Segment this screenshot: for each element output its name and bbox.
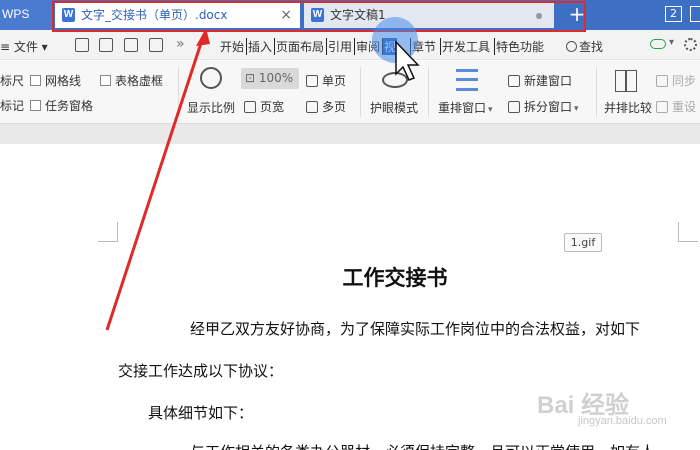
multi-page-icon: [306, 101, 318, 113]
zoom-icon[interactable]: [200, 67, 222, 89]
page-width-button[interactable]: 页宽: [244, 98, 284, 115]
sync-scroll-button[interactable]: 同步: [656, 72, 696, 89]
side-by-side-icon[interactable]: [615, 70, 637, 92]
add-tab-button[interactable]: +: [566, 0, 588, 30]
writer-doc-icon: W: [311, 8, 324, 22]
zoom-value: 100%: [258, 71, 294, 85]
settings-icon[interactable]: [684, 38, 697, 51]
side-by-side-button[interactable]: 并排比较: [604, 99, 652, 116]
close-icon[interactable]: ×: [280, 2, 292, 28]
paragraph: 经甲乙双方友好协商，为了保障实际工作岗位中的合法权益，对如下: [190, 320, 641, 338]
eye-icon[interactable]: [382, 72, 408, 88]
chevron-down-icon: ▾: [488, 105, 493, 115]
watermark-url: jingyan.baidu.com: [578, 415, 667, 427]
rearrange-window-icon[interactable]: [456, 69, 478, 91]
margin-marker: [98, 222, 118, 242]
tab-special-features[interactable]: 特色功能: [494, 38, 545, 55]
file-menu-button[interactable]: ≡ 文件 ▾: [0, 38, 48, 55]
checkbox-icon: [100, 75, 111, 86]
search-icon: [566, 41, 577, 52]
marks-label: 标记: [0, 99, 25, 113]
margin-marker: [678, 222, 698, 242]
split-window-label: 拆分窗口: [524, 100, 573, 114]
ruler-label: 标尺: [0, 74, 25, 88]
chevron-down-icon: ▾: [574, 104, 579, 114]
ruler-checkbox[interactable]: 标尺: [0, 72, 24, 89]
gridlines-label: 网格线: [45, 74, 82, 88]
split-window-button[interactable]: 拆分窗口 ▾: [508, 98, 579, 115]
search-label: 查找: [579, 40, 604, 54]
save-icon[interactable]: [75, 38, 89, 52]
search-button[interactable]: 查找: [566, 38, 603, 55]
window-edge-icon: [690, 6, 700, 22]
task-pane-checkbox[interactable]: 任务窗格: [30, 97, 93, 114]
new-window-label: 新建窗口: [524, 74, 573, 88]
single-page-icon: [306, 75, 318, 87]
print-preview-icon[interactable]: [149, 38, 163, 52]
app-name[interactable]: WPS: [0, 0, 52, 30]
gridlines-checkbox[interactable]: 网格线: [30, 72, 81, 89]
tab-home[interactable]: 开始: [219, 38, 245, 55]
reset-icon: [656, 101, 668, 113]
multi-page-button[interactable]: 多页: [306, 98, 346, 115]
page-width-label: 页宽: [260, 100, 285, 114]
tab-label: 文字_交接书（单页）.docx: [81, 8, 228, 22]
rearrange-window-button[interactable]: 重排窗口 ▾: [438, 99, 493, 116]
rearrange-window-label: 重排窗口: [438, 101, 487, 115]
writer-doc-icon: W: [62, 8, 75, 22]
checkbox-icon: [30, 75, 41, 86]
tab-page-layout[interactable]: 页面布局: [274, 38, 325, 55]
tab-bar: WPS W 文字_交接书（单页）.docx × W 文字文稿1 + 2: [0, 0, 700, 30]
tab-developer[interactable]: 开发工具: [440, 38, 491, 55]
tab-document-1[interactable]: W 文字_交接书（单页）.docx ×: [55, 2, 300, 28]
image-label[interactable]: 1.gif: [564, 233, 602, 252]
window-count-badge[interactable]: 2: [665, 6, 682, 22]
more-chevron-icon[interactable]: »: [176, 36, 185, 52]
ribbon-view: 标尺 网格线 表格虚框 标记 任务窗格 显示比例 ⊡ 100% 页宽 单页 多页…: [0, 61, 700, 124]
ribbon-separator: [178, 67, 179, 117]
print-icon[interactable]: [124, 38, 138, 52]
tab-insert[interactable]: 插入: [246, 38, 273, 55]
paragraph: 与工作相关的各类办公器材，必须保持完整，且可以正常使用，如有人: [190, 441, 655, 450]
table-gridlines-checkbox[interactable]: 表格虚框: [100, 72, 163, 89]
ribbon-separator: [596, 67, 597, 117]
marks-checkbox[interactable]: 标记: [0, 97, 24, 114]
new-window-button[interactable]: 新建窗口: [508, 72, 572, 89]
cloud-sync-icon[interactable]: [650, 39, 666, 49]
single-page-label: 单页: [322, 74, 347, 88]
ribbon-separator: [428, 67, 429, 117]
new-window-icon: [508, 75, 520, 87]
reset-label: 重设: [672, 100, 697, 114]
single-page-button[interactable]: 单页: [306, 72, 346, 89]
paragraph: 交接工作达成以下协议：: [118, 362, 284, 380]
checkbox-icon: [30, 100, 41, 111]
reset-position-button[interactable]: 重设: [656, 98, 696, 115]
table-gridlines-label: 表格虚框: [115, 74, 164, 88]
document-title: 工作交接书: [342, 266, 448, 290]
ribbon-separator: [360, 67, 361, 117]
page-width-icon: [244, 101, 256, 113]
multi-page-label: 多页: [322, 100, 347, 114]
click-indicator: [372, 17, 418, 63]
unsaved-dot-icon: [536, 13, 542, 19]
sync-icon: [656, 75, 668, 87]
paragraph: 具体细节如下：: [148, 404, 254, 422]
sync-label: 同步: [672, 74, 697, 88]
menu-bar: ≡ 文件 ▾ » 开始 插入 页面布局 引用 审阅 视 章节 开发工具 特色功能…: [0, 30, 700, 60]
chevron-down-icon[interactable]: ▾: [669, 37, 674, 48]
tab-document-2[interactable]: W 文字文稿1: [304, 2, 554, 28]
zoom-value-field[interactable]: ⊡ 100%: [241, 68, 299, 89]
export-pdf-icon[interactable]: [99, 38, 113, 52]
split-window-icon: [508, 101, 520, 113]
tab-references[interactable]: 引用: [326, 38, 353, 55]
task-pane-label: 任务窗格: [45, 99, 94, 113]
eye-mode-button[interactable]: 护眼模式: [370, 99, 418, 116]
zoom-ratio-button[interactable]: 显示比例: [187, 99, 235, 116]
